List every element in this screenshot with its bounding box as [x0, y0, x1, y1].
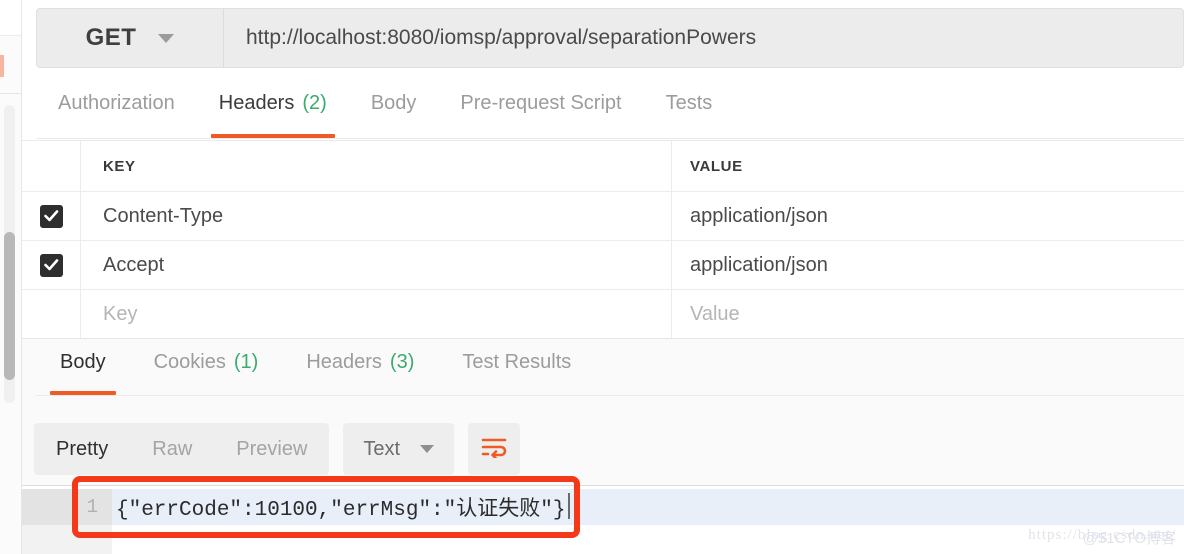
main-pane: GET http://localhost:8080/iomsp/approval…	[22, 0, 1184, 554]
sidebar-divider	[0, 93, 21, 94]
header-key-input[interactable]: Accept	[81, 241, 672, 289]
response-tab-headers-count: (3)	[389, 351, 415, 373]
response-tab-cookies-label: Cookies	[153, 351, 226, 373]
response-tab-headers-label: Headers	[306, 351, 382, 373]
column-header-value: VALUE	[690, 157, 743, 175]
url-input[interactable]: http://localhost:8080/iomsp/approval/sep…	[224, 9, 1183, 67]
response-tab-test-results-label: Test Results	[462, 351, 572, 373]
http-method-select[interactable]: GET	[37, 9, 224, 67]
gutter-filler	[22, 525, 112, 554]
view-mode-segmented-control: Pretty Raw Preview	[34, 423, 330, 475]
tab-body[interactable]: Body	[349, 86, 439, 138]
chevron-down-icon	[420, 445, 435, 453]
checkbox-checked-icon[interactable]	[39, 204, 63, 228]
tab-tests[interactable]: Tests	[644, 86, 735, 138]
response-toolbar: Pretty Raw Preview Text	[34, 423, 521, 475]
tab-authorization[interactable]: Authorization	[36, 86, 197, 138]
request-tabs: Authorization Headers (2) Body Pre-reque…	[36, 86, 1184, 139]
line-number: 1	[22, 489, 112, 525]
response-pane: Body Cookies (1) Headers (3) Test Result…	[22, 338, 1184, 554]
tab-authorization-label: Authorization	[58, 92, 175, 114]
row-checkbox-cell	[22, 290, 81, 338]
response-tab-body[interactable]: Body	[36, 339, 130, 395]
row-checkbox-cell	[22, 241, 81, 289]
tab-tests-label: Tests	[665, 92, 713, 114]
column-header-key: KEY	[81, 141, 672, 191]
sidebar-active-accent	[0, 55, 4, 77]
table-row-empty: Key Value	[22, 290, 1184, 339]
wrap-lines-button[interactable]	[468, 423, 521, 475]
tab-headers[interactable]: Headers (2)	[197, 86, 349, 138]
header-checkbox-column	[22, 141, 81, 191]
response-body-text[interactable]: {"errCode":10100,"errMsg":"认证失败"}	[112, 492, 571, 522]
response-body-viewer[interactable]: 1 {"errCode":10100,"errMsg":"认证失败"}	[22, 485, 1184, 554]
watermark-site: @51CTO博客	[1082, 530, 1176, 547]
new-header-key-input[interactable]: Key	[81, 290, 672, 338]
wrap-lines-icon	[481, 436, 507, 463]
response-tab-body-label: Body	[60, 351, 106, 373]
tab-pre-request-script[interactable]: Pre-request Script	[438, 86, 643, 138]
chevron-down-icon	[158, 33, 175, 43]
view-mode-raw[interactable]: Raw	[130, 423, 214, 475]
headers-table: KEY VALUE Content-Type application/json …	[22, 140, 1184, 339]
tab-body-label: Body	[370, 92, 417, 114]
response-tab-headers[interactable]: Headers (3)	[282, 339, 438, 395]
checkbox-checked-icon[interactable]	[39, 253, 63, 277]
view-mode-pretty[interactable]: Pretty	[34, 423, 130, 475]
response-body-line: 1 {"errCode":10100,"errMsg":"认证失败"}	[22, 489, 1184, 525]
tab-pre-request-script-label: Pre-request Script	[460, 92, 622, 114]
table-header-row: KEY VALUE	[22, 141, 1184, 192]
response-format-label: Text	[363, 437, 401, 460]
header-key-input[interactable]: Content-Type	[81, 192, 672, 240]
response-tab-cookies[interactable]: Cookies (1)	[130, 339, 283, 395]
watermark: https://blog.csdn.net/ @51CTO博客	[1028, 527, 1176, 547]
tab-headers-count: (2)	[302, 92, 327, 114]
header-value-input[interactable]: application/json	[672, 192, 1184, 240]
vertical-scrollbar-thumb[interactable]	[4, 232, 15, 380]
request-url-bar: GET http://localhost:8080/iomsp/approval…	[36, 8, 1184, 68]
table-row: Accept application/json	[22, 241, 1184, 290]
response-format-select[interactable]: Text	[343, 423, 455, 475]
response-tabs: Body Cookies (1) Headers (3) Test Result…	[36, 339, 1184, 396]
new-header-value-input[interactable]: Value	[672, 290, 1184, 338]
tab-headers-label: Headers	[218, 92, 295, 114]
response-tab-test-results[interactable]: Test Results	[438, 339, 595, 395]
http-method-label: GET	[85, 24, 137, 51]
header-value-input[interactable]: application/json	[672, 241, 1184, 289]
row-checkbox-cell	[22, 192, 81, 240]
view-mode-preview[interactable]: Preview	[214, 423, 329, 475]
table-row: Content-Type application/json	[22, 192, 1184, 241]
response-tab-cookies-count: (1)	[233, 351, 259, 373]
sidebar-top-strip	[0, 0, 21, 36]
